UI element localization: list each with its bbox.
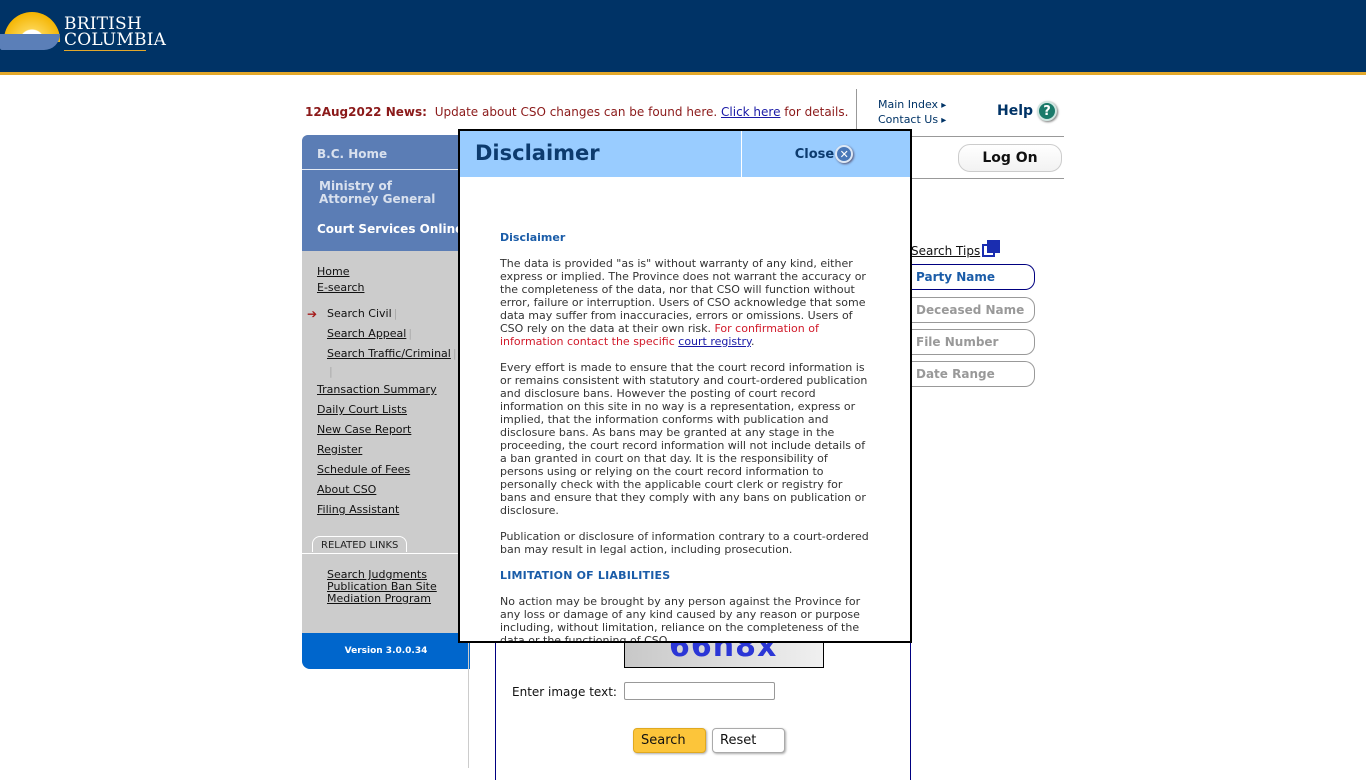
disclaimer-paragraph: The data is provided "as is" without war… <box>500 257 870 348</box>
sidebar-item-esearch[interactable]: E-search <box>317 280 470 296</box>
sidebar-header: B.C. Home Ministry of Attorney General C… <box>302 135 470 251</box>
sidebar-item-transaction-summary[interactable]: Transaction Summary <box>317 380 470 400</box>
ministry-line2: Attorney General <box>319 192 436 206</box>
news-bar: 12Aug2022 News: Update about CSO changes… <box>305 105 848 119</box>
related-links-tab: RELATED LINKS <box>312 536 408 552</box>
mountain-icon <box>0 34 60 50</box>
tab-file-number[interactable]: File Number <box>908 329 1035 355</box>
separator: | <box>452 347 457 360</box>
tab-party-name[interactable]: Party Name <box>908 264 1035 290</box>
help-label: Help <box>997 103 1034 119</box>
search-tips[interactable]: Search Tips <box>911 240 1001 258</box>
separator: | <box>393 307 398 320</box>
help-link[interactable]: Help ? <box>997 101 1058 121</box>
news-text: Update about CSO changes can be found he… <box>434 105 718 119</box>
sidebar-item-register[interactable]: Register <box>317 440 470 460</box>
external-link-icon <box>982 240 1001 257</box>
main-index-link[interactable]: Main Index <box>878 98 946 113</box>
divider <box>912 136 1064 137</box>
court-registry-link[interactable]: court registry <box>678 335 751 348</box>
search-button[interactable]: Search <box>633 728 706 753</box>
news-date: 12Aug2022 News: <box>305 105 427 119</box>
top-divider <box>856 89 857 130</box>
image-text-label: Enter image text: <box>512 685 617 699</box>
bc-home-link[interactable]: B.C. Home <box>302 147 470 170</box>
sidebar-item-search-traffic[interactable]: Search Traffic/Criminal <box>327 347 451 360</box>
bans-paragraph: Every effort is made to ensure that the … <box>500 361 868 517</box>
section-heading-disclaimer: Disclaimer <box>500 231 566 244</box>
limitation-paragraph: No action may be brought by any person a… <box>500 595 861 643</box>
disclaimer-modal: Disclaimer Close ✕ Disclaimer The data i… <box>458 129 912 643</box>
modal-title: Disclaimer <box>460 131 742 177</box>
tab-date-range[interactable]: Date Range <box>908 361 1035 387</box>
reset-button[interactable]: Reset <box>712 728 785 753</box>
close-icon: ✕ <box>835 145 854 163</box>
modal-body[interactable]: Disclaimer The data is provided "as is" … <box>460 177 910 643</box>
image-text-input[interactable] <box>624 682 775 700</box>
divider <box>912 178 1064 179</box>
divider <box>302 553 470 554</box>
bc-logo[interactable]: BRITISH COLUMBIA <box>0 8 166 58</box>
tab-deceased-name[interactable]: Deceased Name <box>908 297 1035 323</box>
contact-us-link[interactable]: Contact Us <box>878 113 946 128</box>
sidebar-item-new-case-report[interactable]: New Case Report <box>317 420 470 440</box>
logo-underline <box>64 50 146 51</box>
logo-line2: COLUMBIA <box>64 30 167 50</box>
related-links: Search Judgments Publication Ban Site Me… <box>327 569 437 605</box>
sidebar-item-home[interactable]: Home <box>317 264 470 280</box>
modal-header: Disclaimer Close ✕ <box>460 131 910 177</box>
gov-header: BRITISH COLUMBIA <box>0 0 1366 75</box>
period: . <box>750 335 755 348</box>
section-heading-limitation: LIMITATION OF LIABILITIES <box>500 569 671 582</box>
news-link[interactable]: Click here <box>721 105 780 119</box>
current-arrow-icon: ➔ <box>307 307 318 321</box>
sidebar-item-schedule-of-fees[interactable]: Schedule of Fees <box>317 460 470 480</box>
sidebar-item-filing-assistant[interactable]: Filing Assistant <box>317 500 470 520</box>
separator: | <box>329 365 333 378</box>
separator: | <box>408 327 413 340</box>
top-links: Main Index Contact Us <box>878 98 946 128</box>
captcha-image: 66n8x <box>624 640 824 668</box>
sidebar-item-search-civil[interactable]: Search Civil <box>327 307 392 320</box>
sidebar-item-daily-court-lists[interactable]: Daily Court Lists <box>317 400 470 420</box>
close-label: Close <box>794 146 835 162</box>
logo-text: BRITISH COLUMBIA <box>64 16 166 51</box>
sidebar-item-about-cso[interactable]: About CSO <box>317 480 470 500</box>
content-border <box>468 640 469 768</box>
related-link-mediation[interactable]: Mediation Program <box>327 593 437 605</box>
help-icon: ? <box>1037 101 1058 121</box>
sidebar-nav: Home E-search ➔ Search Civil | Search App… <box>302 251 470 520</box>
sidebar: B.C. Home Ministry of Attorney General C… <box>302 135 470 669</box>
captcha-text: 66n8x <box>669 640 778 664</box>
search-tips-link[interactable]: Search Tips <box>911 244 980 258</box>
ministry-link[interactable]: Ministry of Attorney General <box>302 170 470 206</box>
log-on-button[interactable]: Log On <box>958 144 1062 172</box>
news-suffix: for details. <box>784 105 849 119</box>
cso-title: Court Services Online <box>317 222 464 236</box>
close-button[interactable]: Close ✕ <box>742 131 910 177</box>
version-label: Version 3.0.0.34 <box>302 633 470 669</box>
sidebar-item-search-appeal[interactable]: Search Appeal <box>327 327 406 340</box>
publication-paragraph: Publication or disclosure of information… <box>500 530 869 556</box>
